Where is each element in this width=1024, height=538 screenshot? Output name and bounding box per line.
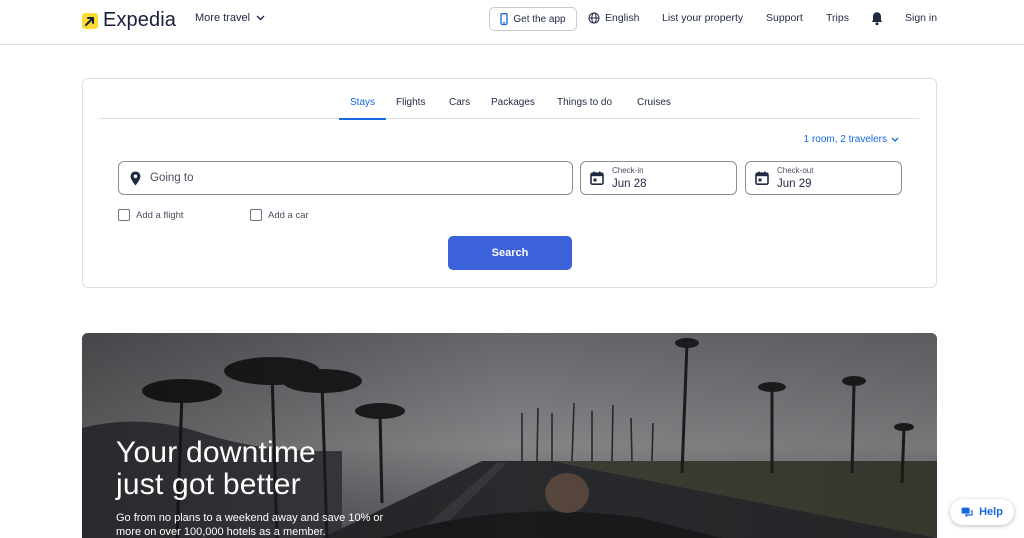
search-card: Stays Flights Cars Packages Things to do… [82,78,937,288]
arrow-up-right-icon [82,12,98,29]
tab-label: Things to do [557,97,613,108]
search-button-label: Search [491,247,529,259]
expedia-logo[interactable]: Expedia [82,9,176,32]
tab-label: Packages [491,97,535,108]
calendar-icon [755,171,769,185]
notifications-button[interactable] [870,11,884,26]
map-pin-icon [130,171,141,186]
phone-icon [500,13,509,25]
sign-in-label: Sign in [905,12,938,24]
list-property-link[interactable]: List your property [662,12,743,24]
going-to-input[interactable]: Going to [118,161,573,195]
get-app-label: Get the app [513,13,566,25]
tab-cars[interactable]: Cars [449,97,470,119]
chevron-down-icon [891,137,899,142]
top-header: Expedia More travel Get the app English … [0,0,1024,45]
add-car-checkbox[interactable]: Add a car [250,209,309,221]
brand-name: Expedia [103,9,176,31]
checkbox-box[interactable] [118,209,130,221]
chevron-down-icon [256,15,265,21]
support-label: Support [766,12,803,24]
tab-label: Stays [350,97,376,108]
add-car-label: Add a car [268,209,309,221]
product-tabs: Stays Flights Cars Packages Things to do… [99,97,919,120]
travelers-label: 1 room, 2 travelers [803,134,887,145]
tab-label: Flights [396,97,426,108]
check-out-value: Jun 29 [777,178,812,190]
hero-banner: Your downtime just got better Go from no… [82,333,937,538]
add-flight-label: Add a flight [136,209,184,221]
get-app-button[interactable]: Get the app [489,7,577,31]
support-link[interactable]: Support [766,12,803,24]
hero-title: Your downtime just got better [116,437,316,501]
globe-icon [588,12,600,24]
language-selector[interactable]: English [588,12,639,24]
tab-packages[interactable]: Packages [491,97,535,119]
hero-subtitle: Go from no plans to a weekend away and s… [116,512,384,538]
travelers-selector[interactable]: 1 room, 2 travelers [804,134,899,145]
check-in-label: Check-in [612,166,644,175]
bell-icon [871,12,883,26]
search-button[interactable]: Search [448,236,572,270]
help-button[interactable]: Help [950,499,1014,525]
hero-title-line-1: Your downtime [116,436,316,469]
calendar-icon [590,171,604,185]
check-out-label: Check-out [777,166,814,175]
help-label: Help [979,506,1003,518]
checkbox-box[interactable] [250,209,262,221]
tab-stays[interactable]: Stays [338,97,387,120]
more-travel-menu[interactable]: More travel [195,12,265,24]
chat-bubble-icon [961,507,973,517]
trips-link[interactable]: Trips [826,12,849,24]
tab-label: Cruises [637,97,671,108]
check-in-field[interactable]: Check-in Jun 28 [580,161,737,195]
check-in-value: Jun 28 [612,178,647,190]
add-flight-checkbox[interactable]: Add a flight [118,209,184,221]
going-to-placeholder: Going to [150,172,194,184]
tab-things-to-do[interactable]: Things to do [557,97,612,119]
trips-label: Trips [826,12,849,24]
hero-title-line-2: just got better [116,468,301,501]
tab-label: Cars [449,97,471,108]
tab-flights[interactable]: Flights [396,97,425,119]
sign-in-link[interactable]: Sign in [905,12,937,24]
tab-cruises[interactable]: Cruises [637,97,671,119]
more-travel-label: More travel [195,12,251,24]
check-out-field[interactable]: Check-out Jun 29 [745,161,902,195]
list-property-label: List your property [662,12,744,24]
language-label: English [605,12,640,24]
